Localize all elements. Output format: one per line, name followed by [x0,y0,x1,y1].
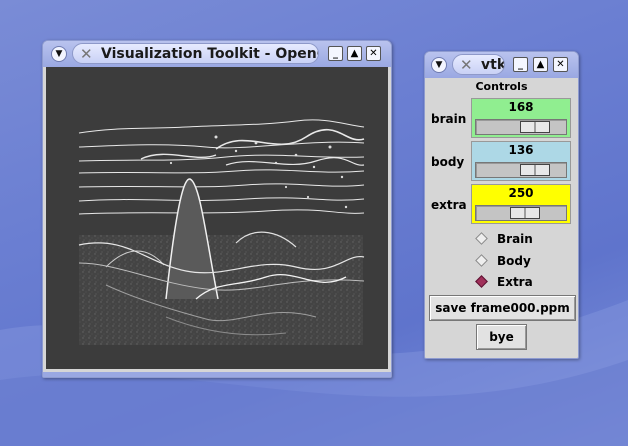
radio-indicator-icon[interactable] [475,254,488,267]
controls-panel: Controls brain 168 body 136 extra 250 Br… [427,78,576,356]
radio-extra-label: Extra [497,275,533,289]
close-button[interactable]: ✕ [366,46,381,61]
body-slider-trough[interactable] [475,162,567,178]
minimize-button[interactable]: _ [513,57,528,72]
window-title-pill[interactable]: ✕ Visualization Toolkit - OpenGL [72,43,319,64]
extra-slider-thumb[interactable] [510,207,540,219]
brain-scale[interactable]: 168 [471,98,571,138]
body-slider-thumb[interactable] [520,164,550,176]
extra-slider-trough[interactable] [475,205,567,221]
controls-heading: Controls [475,80,528,93]
rendered-volume-image [46,67,388,369]
window-title: vtk [481,57,505,73]
window-title: Visualization Toolkit - OpenGL [101,46,319,62]
maximize-button[interactable]: ▲ [347,46,362,61]
extra-scale-value: 250 [508,186,534,200]
bye-button[interactable]: bye [476,324,527,350]
window-bottom-edge[interactable] [43,372,391,377]
window-menu-button[interactable]: ▼ [51,46,67,62]
body-scale[interactable]: 136 [471,141,571,181]
radio-selected-indicator-icon[interactable] [475,275,488,288]
window-titlebar[interactable]: ▼ ✕ Visualization Toolkit - OpenGL _ ▲ ✕ [43,41,391,67]
controls-titlebar[interactable]: ▼ ✕ vtk _ ▲ ✕ [425,52,578,78]
brain-scale-label: brain [431,112,467,126]
brain-slider-trough[interactable] [475,119,567,135]
body-scale-value: 136 [508,143,534,157]
render-viewport[interactable] [46,67,388,369]
brain-slider-thumb[interactable] [520,121,550,133]
radio-body-label: Body [497,254,531,268]
x-app-icon: ✕ [460,56,473,74]
vtk-render-window[interactable]: ▼ ✕ Visualization Toolkit - OpenGL _ ▲ ✕ [42,40,392,378]
extra-scale-label: extra [431,198,467,212]
maximize-button[interactable]: ▲ [533,57,548,72]
close-button[interactable]: ✕ [553,57,568,72]
controls-window[interactable]: ▼ ✕ vtk _ ▲ ✕ Controls brain 168 body 13… [424,51,579,359]
window-title-pill[interactable]: ✕ vtk [452,54,505,75]
body-scale-label: body [431,155,465,169]
minimize-button[interactable]: _ [328,46,343,61]
radio-indicator-icon[interactable] [475,232,488,245]
radio-brain-label: Brain [497,232,533,246]
save-frame-button[interactable]: save frame000.ppm [429,295,576,321]
brain-scale-value: 168 [508,100,534,114]
window-menu-button[interactable]: ▼ [431,57,447,73]
extra-scale[interactable]: 250 [471,184,571,224]
x-app-icon: ✕ [80,45,93,63]
